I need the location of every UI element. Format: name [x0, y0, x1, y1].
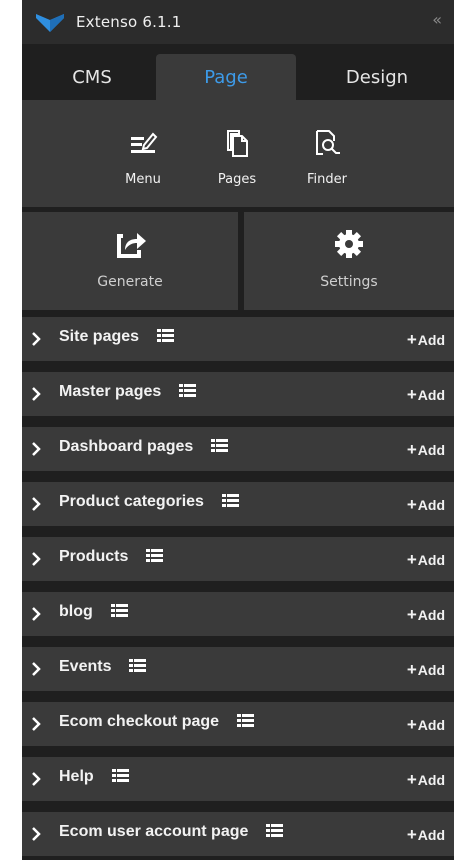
section-row-product-categories[interactable]: Product categories +Add [22, 482, 454, 526]
section-label: Ecom user account page [59, 823, 284, 841]
plus-icon: + [406, 660, 417, 679]
section-row-products[interactable]: Products +Add [22, 537, 454, 581]
list-icon[interactable] [129, 659, 147, 672]
section-label: Products [59, 548, 164, 566]
plus-icon: + [406, 825, 417, 844]
plus-icon: + [406, 385, 417, 404]
section-label: Ecom checkout page [59, 713, 255, 731]
section-row-events[interactable]: Events +Add [22, 647, 454, 691]
finder-tool-label: Finder [307, 172, 347, 187]
list-icon[interactable] [266, 824, 284, 837]
section-label: blog [59, 603, 128, 621]
tab-cms[interactable]: CMS [22, 54, 162, 100]
plus-icon: + [406, 330, 417, 349]
generate-button[interactable]: Generate [22, 212, 238, 310]
settings-button[interactable]: Settings [244, 212, 454, 310]
section-row-help[interactable]: Help +Add [22, 757, 454, 801]
sidebar-panel: Extenso 6.1.1 « CMS Page Design Menu Pag… [22, 0, 454, 860]
chevron-right-icon [32, 717, 41, 731]
add-button[interactable]: +Add [407, 550, 445, 570]
app-title: Extenso 6.1.1 [76, 13, 182, 31]
list-icon[interactable] [111, 769, 129, 782]
section-label: Events [59, 658, 147, 676]
chevron-right-icon [32, 552, 41, 566]
section-row-ecom-checkout-page[interactable]: Ecom checkout page +Add [22, 702, 454, 746]
section-label: Help [59, 768, 129, 786]
add-button[interactable]: +Add [407, 825, 445, 845]
finder-search-icon [316, 130, 340, 155]
generate-share-icon [117, 233, 146, 258]
chevron-right-icon [32, 497, 41, 511]
section-row-blog[interactable]: blog +Add [22, 592, 454, 636]
chevron-right-icon [32, 607, 41, 621]
list-icon[interactable] [157, 329, 175, 342]
chevron-right-icon [32, 772, 41, 786]
add-button[interactable]: +Add [407, 660, 445, 680]
list-icon[interactable] [110, 604, 128, 617]
extenso-logo-icon [36, 14, 64, 32]
generate-label: Generate [97, 274, 163, 290]
list-icon[interactable] [237, 714, 255, 727]
chevron-right-icon [32, 662, 41, 676]
settings-label: Settings [320, 274, 378, 290]
list-icon[interactable] [146, 549, 164, 562]
plus-icon: + [406, 770, 417, 789]
section-row-ecom-user-account-page[interactable]: Ecom user account page +Add [22, 812, 454, 856]
section-row-site-pages[interactable]: Site pages +Add [22, 317, 454, 361]
tab-page[interactable]: Page [156, 54, 296, 100]
chevron-right-icon [32, 387, 41, 401]
page-tools: Menu Pages Finder [22, 100, 454, 207]
list-icon[interactable] [221, 494, 239, 507]
tab-bar: CMS Page Design [22, 54, 454, 100]
plus-icon: + [406, 440, 417, 459]
list-icon[interactable] [211, 439, 229, 452]
section-label: Product categories [59, 493, 239, 511]
finder-tool-button[interactable]: Finder [292, 128, 362, 198]
section-row-master-pages[interactable]: Master pages +Add [22, 372, 454, 416]
section-label: Master pages [59, 383, 197, 401]
plus-icon: + [406, 715, 417, 734]
plus-icon: + [406, 605, 417, 624]
add-button[interactable]: +Add [407, 385, 445, 405]
tab-design[interactable]: Design [300, 54, 454, 100]
menu-tool-label: Menu [125, 172, 161, 187]
chevron-right-icon [32, 442, 41, 456]
chevron-right-icon [32, 827, 41, 841]
menu-tool-button[interactable]: Menu [108, 128, 178, 198]
chevron-right-icon [32, 332, 41, 346]
list-icon[interactable] [179, 384, 197, 397]
pages-tool-button[interactable]: Pages [202, 128, 272, 198]
plus-icon: + [406, 550, 417, 569]
title-bar: Extenso 6.1.1 « [22, 0, 454, 44]
menu-edit-icon [131, 132, 158, 153]
add-button[interactable]: +Add [407, 715, 445, 735]
section-label: Dashboard pages [59, 438, 229, 456]
add-button[interactable]: +Add [407, 605, 445, 625]
section-row-dashboard-pages[interactable]: Dashboard pages +Add [22, 427, 454, 471]
collapse-panel-button[interactable]: « [432, 10, 442, 29]
gear-icon [335, 230, 363, 258]
add-button[interactable]: +Add [407, 495, 445, 515]
add-button[interactable]: +Add [407, 330, 445, 350]
pages-copy-icon [227, 130, 248, 157]
add-button[interactable]: +Add [407, 770, 445, 790]
plus-icon: + [406, 495, 417, 514]
section-label: Site pages [59, 328, 175, 346]
add-button[interactable]: +Add [407, 440, 445, 460]
pages-tool-label: Pages [217, 172, 257, 187]
